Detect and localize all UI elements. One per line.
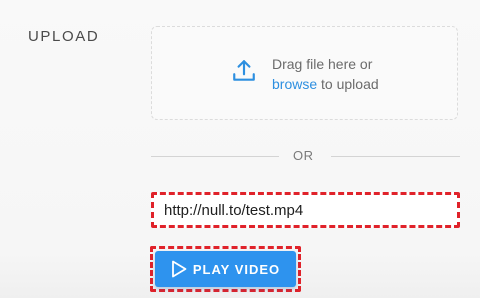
play-video-button[interactable]: PLAY VIDEO [155, 251, 296, 287]
or-label: OR [293, 148, 314, 163]
video-url-input[interactable] [151, 192, 460, 228]
dropzone-text: Drag file here or browse to upload [272, 54, 379, 94]
dropzone-instruction-2: browse to upload [272, 74, 379, 94]
upload-icon [233, 60, 255, 81]
browse-link[interactable]: browse [272, 76, 317, 92]
dropzone-instruction: Drag file here or [272, 56, 373, 72]
play-icon [171, 260, 187, 278]
dropzone-suffix: to upload [317, 76, 379, 92]
divider-line-left [151, 156, 279, 157]
upload-panel: UPLOAD Drag file here or browse to uploa… [0, 0, 480, 298]
play-video-label: PLAY VIDEO [192, 261, 281, 277]
section-label: UPLOAD [28, 28, 100, 45]
play-video-highlight: PLAY VIDEO [150, 246, 301, 292]
or-divider: OR [151, 147, 460, 167]
file-dropzone[interactable]: Drag file here or browse to upload [151, 26, 458, 120]
divider-line-right [331, 156, 460, 157]
